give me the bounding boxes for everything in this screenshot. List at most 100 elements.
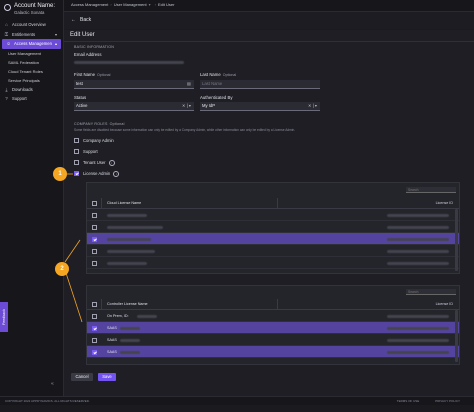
row-checkbox[interactable]: [92, 260, 97, 266]
account-name: Galactic Sonata: [14, 10, 45, 15]
row-checkbox[interactable]: [92, 349, 97, 355]
sidebar-item-account-overview[interactable]: ⌂ Account Overview: [0, 20, 63, 30]
last-name-label-text: Last Name: [200, 72, 221, 77]
first-name-label: First Name Optional: [74, 72, 110, 77]
table-row[interactable]: [87, 221, 459, 233]
email-label: Email Address: [74, 52, 102, 57]
col-cloud-license-name[interactable]: Cloud License Name: [107, 201, 141, 205]
sidebar-item-entitlements[interactable]: ⚿ Entitlements ▾: [0, 30, 63, 40]
top-bar: Access Management › User Management ▾ › Edit …: [64, 0, 474, 12]
license-name-redacted: [119, 338, 140, 342]
clear-chevron-icon[interactable]: ✕ | ▾: [182, 102, 191, 110]
license-name: SAAS: [107, 326, 117, 330]
breadcrumb-edit-user: Edit User: [157, 2, 175, 7]
row-checkbox[interactable]: [92, 313, 97, 319]
first-name-value: test: [76, 81, 83, 86]
support-checkbox[interactable]: [74, 149, 79, 154]
row-checkbox[interactable]: [92, 236, 97, 242]
tenant-user-checkbox[interactable]: [74, 160, 79, 165]
license-admin-label: License Admin i: [83, 171, 120, 177]
col-license-id[interactable]: License ID: [436, 302, 453, 306]
info-icon[interactable]: i: [108, 160, 115, 166]
column-divider: [277, 299, 278, 309]
feedback-label: Feedback: [2, 309, 7, 325]
row-checkbox[interactable]: [92, 325, 97, 331]
contact-card-icon: ▤: [187, 81, 191, 86]
last-name-field[interactable]: Last Name: [200, 80, 320, 89]
chevron-down-icon[interactable]: ▾: [149, 2, 151, 7]
feedback-tab[interactable]: Feedback: [0, 302, 8, 332]
table-row[interactable]: SAAS: [87, 346, 459, 358]
sidebar-subitem-cloud-tenant-roles[interactable]: Cloud Tenant Roles: [0, 67, 63, 76]
company-admin-checkbox[interactable]: [74, 138, 79, 143]
tenant-user-label: Tenant User i: [83, 160, 115, 166]
column-divider: [101, 198, 102, 208]
sidebar: Account Name: Galactic Sonata ⌂ Account …: [0, 0, 64, 404]
breadcrumb-user-management[interactable]: User Management: [114, 2, 147, 7]
scrollbar[interactable]: [455, 310, 458, 362]
col-license-id[interactable]: License ID: [436, 201, 453, 205]
status-select[interactable]: Active ✕ | ▾: [74, 102, 194, 111]
license-id-redacted: [387, 213, 449, 217]
sidebar-subitem-saml-federation[interactable]: SAML Federation: [0, 58, 63, 67]
sidebar-subitem-service-principals[interactable]: Service Principals: [0, 76, 63, 85]
main-content: Edit User BASIC INFORMATION Email Addres…: [64, 30, 474, 404]
license-name-redacted: [107, 261, 147, 265]
cancel-button[interactable]: Cancel: [71, 373, 93, 381]
back-arrow-icon: ←: [71, 17, 76, 23]
license-name-redacted: [119, 350, 140, 354]
license-name-redacted: [107, 213, 147, 217]
select-all-checkbox[interactable]: [92, 200, 97, 206]
breadcrumb-access-management[interactable]: Access Management: [71, 2, 108, 7]
controller-table-search[interactable]: Search: [406, 289, 456, 295]
footer-links: TERMS OF USE PRIVACY POLICY: [381, 399, 460, 403]
company-roles-text: COMPANY ROLES: [74, 122, 108, 126]
controller-license-table: Search Controller License Name License I…: [86, 285, 460, 365]
row-checkbox[interactable]: [92, 248, 97, 254]
home-icon: ⌂: [5, 22, 8, 28]
license-id-redacted: [387, 225, 449, 229]
table-row[interactable]: SAAS: [87, 334, 459, 346]
clear-chevron-icon[interactable]: ✕ | ▾: [308, 102, 317, 110]
last-name-placeholder: Last Name: [202, 81, 223, 86]
license-id-redacted: [387, 338, 449, 342]
table-row[interactable]: [87, 233, 459, 245]
scrollbar[interactable]: [455, 209, 458, 271]
table-row[interactable]: On Prem, ID:: [87, 310, 459, 322]
sidebar-item-support[interactable]: ? Support: [0, 94, 63, 104]
table-row[interactable]: [87, 209, 459, 221]
info-icon[interactable]: i: [113, 171, 120, 177]
table-row[interactable]: [87, 245, 459, 257]
privacy-link[interactable]: PRIVACY POLICY: [435, 399, 460, 403]
row-checkbox[interactable]: [92, 224, 97, 230]
cloud-table-search[interactable]: Search: [406, 187, 456, 193]
row-checkbox[interactable]: [92, 337, 97, 343]
table-row[interactable]: [87, 257, 459, 269]
license-id-redacted: [387, 237, 449, 241]
auth-select[interactable]: My IdP ✕ | ▾: [200, 102, 320, 111]
license-name-redacted: [107, 225, 163, 229]
cloud-license-table: Search Cloud License Name License ID: [86, 182, 460, 274]
basic-info-title: BASIC INFORMATION: [74, 45, 115, 49]
sidebar-item-access-management[interactable]: ☺ Access Management ▴: [2, 39, 61, 49]
terms-link[interactable]: TERMS OF USE: [397, 399, 420, 403]
row-checkbox[interactable]: [92, 212, 97, 218]
license-id-redacted: [387, 249, 449, 253]
collapse-sidebar-icon[interactable]: «: [51, 381, 54, 387]
controller-table-header: Controller License Name License ID: [87, 299, 459, 310]
license-id-redacted: [387, 314, 449, 318]
sidebar-item-downloads[interactable]: ⤓ Downloads: [0, 85, 63, 95]
sidebar-item-label: Access Management: [14, 41, 52, 47]
back-button[interactable]: ← Back: [71, 17, 91, 23]
page-title: Edit User: [70, 32, 95, 38]
save-button[interactable]: Save: [98, 373, 116, 381]
back-label: Back: [80, 17, 92, 23]
sidebar-subitem-user-management[interactable]: User Management: [0, 49, 63, 58]
auth-label: Authenticated By: [200, 95, 233, 100]
license-admin-checkbox[interactable]: [74, 171, 79, 176]
first-name-field[interactable]: test ▤: [74, 80, 194, 89]
select-all-checkbox[interactable]: [92, 301, 97, 307]
table-row[interactable]: SAAS: [87, 322, 459, 334]
col-controller-license-name[interactable]: Controller License Name: [107, 302, 148, 306]
license-name-redacted: [137, 314, 158, 318]
